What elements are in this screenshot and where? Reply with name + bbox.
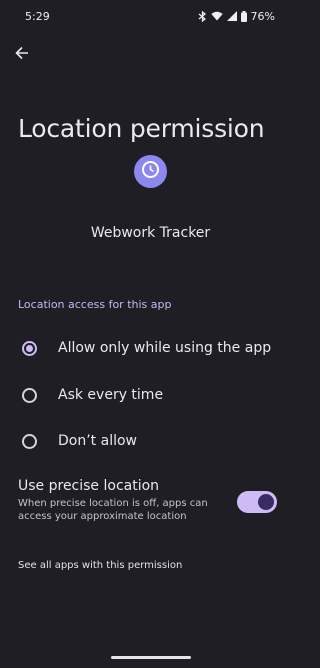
- app-name: Webwork Tracker: [90, 225, 211, 241]
- toggle-knob: [258, 494, 274, 510]
- option-label: Allow only while using the app: [58, 340, 272, 356]
- see-all-apps-link[interactable]: See all apps with this permission: [18, 560, 182, 571]
- signal-icon: [226, 11, 237, 21]
- back-button[interactable]: [10, 42, 34, 66]
- page-title: Location permission: [18, 114, 265, 143]
- radio-unselected[interactable]: [22, 433, 37, 449]
- bluetooth-icon: [198, 10, 207, 22]
- option-label: Don’t allow: [58, 433, 137, 449]
- battery-percent: 76%: [250, 9, 275, 23]
- radio-unselected[interactable]: [22, 387, 37, 403]
- option-dont-allow[interactable]: Don’t allow: [18, 427, 283, 455]
- gesture-nav-handle[interactable]: [111, 656, 191, 659]
- status-time: 5:29: [25, 9, 50, 23]
- clock-icon: [141, 160, 160, 183]
- radio-selected[interactable]: [22, 340, 37, 356]
- precise-location-toggle[interactable]: [237, 491, 277, 513]
- option-label: Ask every time: [58, 387, 164, 403]
- battery-icon: [240, 10, 247, 22]
- precise-location-description: When precise location is off, apps can a…: [18, 498, 208, 522]
- app-icon: [134, 155, 167, 188]
- option-allow-while-using[interactable]: Allow only while using the app: [18, 334, 283, 362]
- section-label: Location access for this app: [18, 298, 172, 311]
- arrow-back-icon: [15, 45, 29, 64]
- wifi-icon: [210, 11, 223, 21]
- status-bar: 5:29 76%: [0, 0, 301, 32]
- option-ask-every-time[interactable]: Ask every time: [18, 381, 283, 409]
- status-icons: 76%: [198, 10, 275, 23]
